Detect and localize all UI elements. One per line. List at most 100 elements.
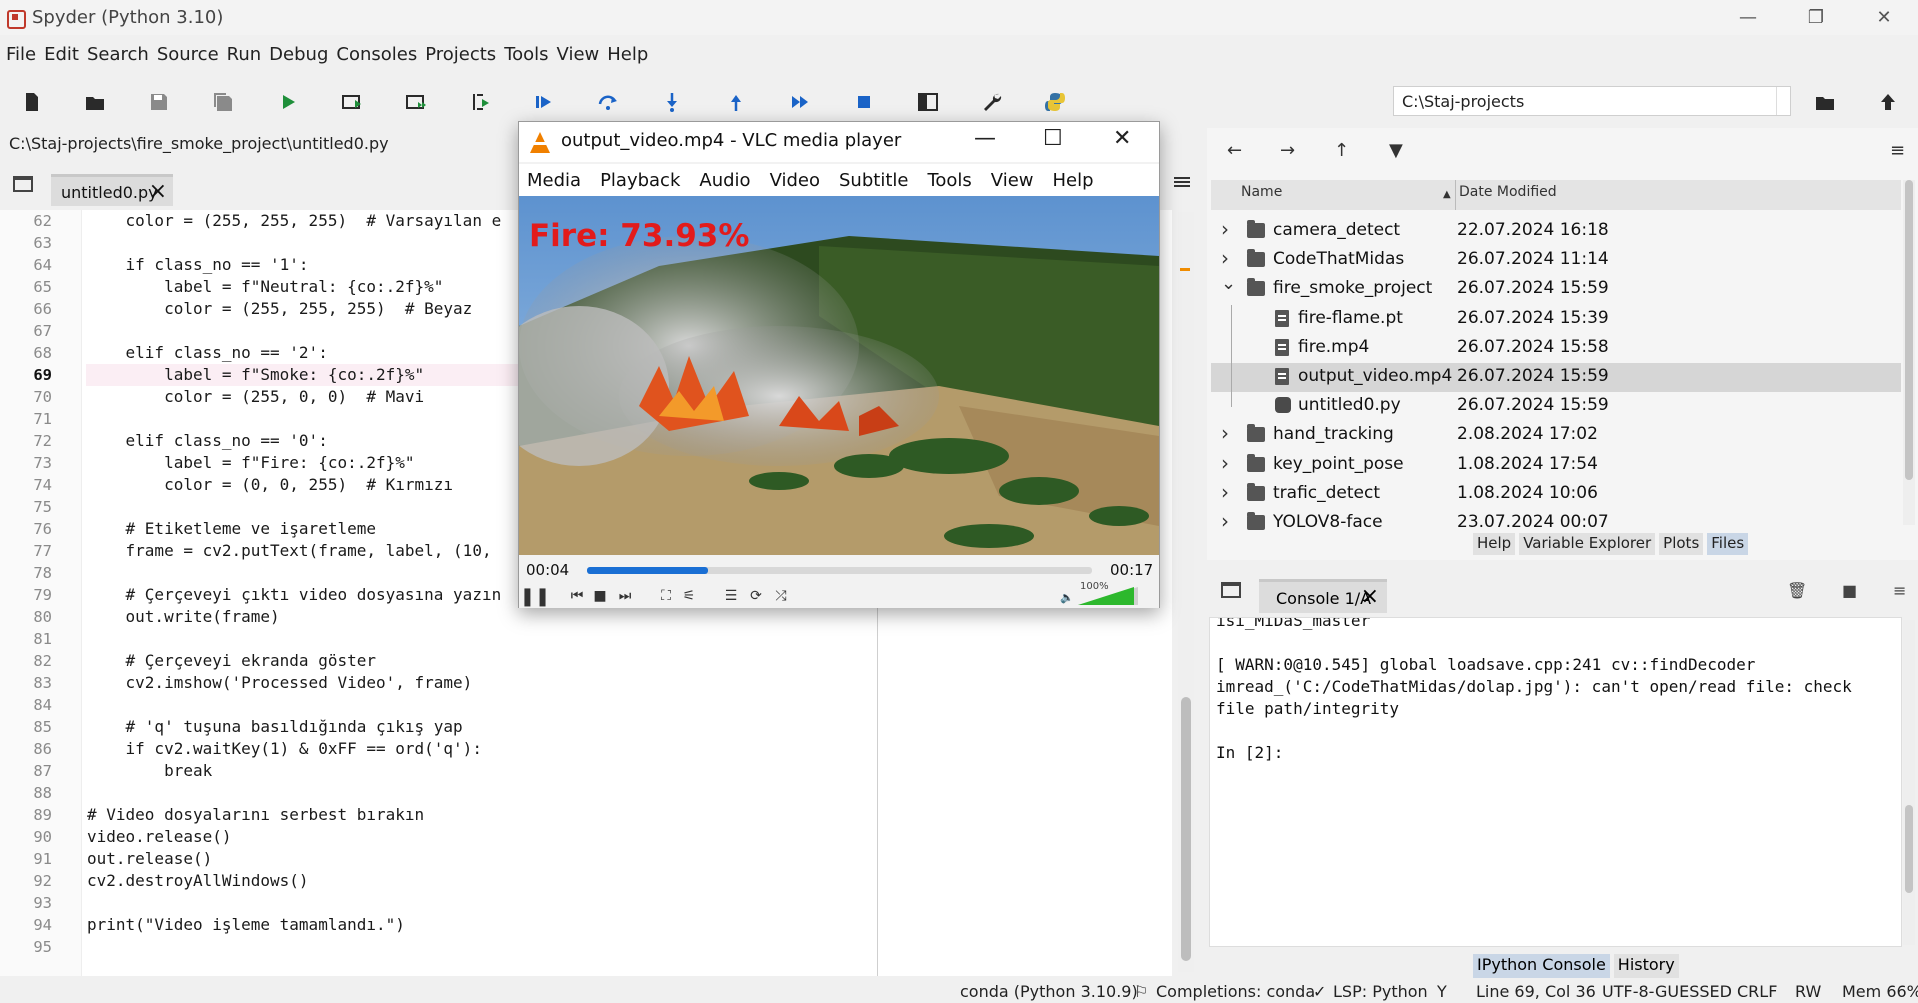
step-return-icon[interactable]	[722, 88, 750, 116]
menu-run[interactable]: Run	[227, 44, 262, 65]
next-icon[interactable]: ⏭	[615, 586, 635, 606]
menu-debug[interactable]: Debug	[269, 44, 328, 65]
open-file-icon[interactable]	[81, 88, 109, 116]
working-directory-input[interactable]: C:\Staj-projects	[1393, 86, 1791, 116]
step-over-icon[interactable]	[594, 88, 622, 116]
loop-icon[interactable]: ⟳	[746, 586, 766, 606]
minimize-button[interactable]: —	[1714, 0, 1782, 35]
extended-settings-icon[interactable]: ⚟	[679, 586, 699, 606]
volume-slider[interactable]: 🔈 100%	[1060, 581, 1140, 605]
close-button[interactable]: ✕	[1850, 0, 1918, 35]
vlc-maximize-button[interactable]: ☐	[1043, 126, 1063, 151]
menu-projects[interactable]: Projects	[425, 44, 496, 65]
vlc-menu-subtitle[interactable]: Subtitle	[839, 170, 908, 191]
vlc-close-button[interactable]: ✕	[1113, 126, 1131, 151]
chevron-right-icon[interactable]: ›	[1221, 480, 1229, 504]
chevron-right-icon[interactable]: ›	[1221, 451, 1229, 475]
menu-help[interactable]: Help	[607, 44, 648, 65]
browse-tabs-icon[interactable]	[13, 176, 33, 192]
vlc-menu-tools[interactable]: Tools	[927, 170, 971, 191]
run-cell-icon[interactable]	[338, 88, 366, 116]
status-completions[interactable]: Completions: conda	[1156, 982, 1315, 1001]
up-arrow-icon[interactable]: ↑	[1334, 140, 1349, 161]
menu-source[interactable]: Source	[157, 44, 219, 65]
close-tab-icon[interactable]: ×	[149, 179, 167, 204]
step-into-icon[interactable]	[658, 88, 686, 116]
tab-variable-explorer[interactable]: Variable Explorer	[1519, 533, 1656, 555]
pause-icon[interactable]: ❚❚	[520, 586, 550, 607]
tab-ipython-console[interactable]: IPython Console	[1473, 954, 1610, 978]
interrupt-kernel-icon[interactable]: ■	[1842, 581, 1857, 600]
seek-bar[interactable]	[587, 567, 1092, 574]
save-all-icon[interactable]	[209, 88, 237, 116]
maximize-button[interactable]: ❐	[1782, 0, 1850, 35]
browse-folder-icon[interactable]	[1811, 88, 1839, 116]
remove-variables-icon[interactable]: 🗑	[1787, 581, 1807, 600]
chevron-right-icon[interactable]: ›	[1221, 421, 1229, 445]
folder-row[interactable]: › CodeThatMidas 26.07.2024 11:14	[1211, 246, 1901, 275]
close-console-icon[interactable]: ×	[1361, 584, 1379, 609]
run-selection-icon[interactable]	[466, 88, 494, 116]
vlc-menu-help[interactable]: Help	[1053, 170, 1094, 191]
vlc-minimize-button[interactable]: —	[974, 126, 996, 151]
vlc-menu-media[interactable]: Media	[527, 170, 581, 191]
menu-tools[interactable]: Tools	[504, 44, 548, 65]
editor-scrollbar[interactable]	[1178, 212, 1194, 972]
column-name-header[interactable]: Name	[1241, 184, 1282, 200]
stop-icon[interactable]: ■	[590, 586, 610, 606]
menu-file[interactable]: File	[6, 44, 36, 65]
status-env[interactable]: conda (Python 3.10.9)	[960, 982, 1138, 1001]
folder-row[interactable]: › trafic_detect 1.08.2024 10:06	[1211, 480, 1901, 509]
vlc-menu-view[interactable]: View	[991, 170, 1034, 191]
console-scrollbar[interactable]	[1903, 620, 1915, 945]
back-arrow-icon[interactable]: ←	[1227, 140, 1242, 161]
save-icon[interactable]	[145, 88, 173, 116]
tab-console-1a[interactable]: Console 1/A ×	[1259, 579, 1387, 613]
column-date-header[interactable]: Date Modified	[1459, 184, 1557, 200]
files-options-menu-icon[interactable]: ≡	[1890, 140, 1905, 161]
continue-icon[interactable]	[786, 88, 814, 116]
editor-scroll-thumb[interactable]	[1181, 697, 1191, 961]
chevron-down-icon[interactable]: ⌄	[1221, 273, 1236, 294]
folder-row[interactable]: › hand_tracking 2.08.2024 17:02	[1211, 421, 1901, 450]
tab-plots[interactable]: Plots	[1659, 533, 1704, 555]
files-scrollbar[interactable]	[1903, 180, 1915, 525]
run-cell-advance-icon[interactable]	[402, 88, 430, 116]
filter-icon[interactable]: ▼	[1389, 140, 1403, 161]
menu-view[interactable]: View	[557, 44, 600, 65]
folder-row[interactable]: ⌄ fire_smoke_project 26.07.2024 15:59	[1211, 273, 1901, 304]
file-row[interactable]: fire.mp4 26.07.2024 15:58	[1211, 334, 1901, 363]
chevron-right-icon[interactable]: ›	[1221, 246, 1229, 270]
playlist-icon[interactable]: ☰	[721, 586, 741, 606]
speaker-icon[interactable]: 🔈	[1060, 591, 1074, 604]
file-row[interactable]: untitled0.py 26.07.2024 15:59	[1211, 392, 1901, 421]
folder-row[interactable]: › camera_detect 22.07.2024 16:18	[1211, 217, 1901, 246]
python-path-icon[interactable]	[1041, 88, 1069, 116]
ipython-console[interactable]: isi_MiDaS_master [ WARN:0@10.545] global …	[1209, 617, 1902, 947]
file-row[interactable]: fire-flame.pt 26.07.2024 15:39	[1211, 305, 1901, 334]
fullscreen-icon[interactable]: ⛶	[656, 586, 676, 606]
chevron-right-icon[interactable]: ›	[1221, 509, 1229, 533]
stop-debug-icon[interactable]	[850, 88, 878, 116]
menu-consoles[interactable]: Consoles	[336, 44, 417, 65]
console-options-menu-icon[interactable]: ≡	[1893, 581, 1906, 600]
tab-untitled0[interactable]: untitled0.py ×	[51, 174, 173, 206]
editor-options-menu-icon[interactable]	[1168, 168, 1196, 196]
previous-icon[interactable]: ⏮	[567, 586, 587, 606]
status-lsp[interactable]: LSP: Python	[1333, 982, 1428, 1001]
vlc-menu-audio[interactable]: Audio	[699, 170, 750, 191]
tab-help[interactable]: Help	[1473, 533, 1516, 555]
shuffle-icon[interactable]: ⤮	[771, 586, 791, 606]
folder-row[interactable]: › key_point_pose 1.08.2024 17:54	[1211, 451, 1901, 480]
working-directory-dropdown[interactable]	[1776, 87, 1790, 115]
vlc-menu-video[interactable]: Video	[770, 170, 820, 191]
video-frame[interactable]: Fire: 73.93%	[519, 196, 1159, 555]
maximize-pane-icon[interactable]	[914, 88, 942, 116]
menu-edit[interactable]: Edit	[44, 44, 79, 65]
run-icon[interactable]	[274, 88, 302, 116]
console-scroll-thumb[interactable]	[1905, 805, 1913, 893]
parent-directory-icon[interactable]	[1874, 88, 1902, 116]
forward-arrow-icon[interactable]: →	[1280, 140, 1295, 161]
preferences-wrench-icon[interactable]	[978, 88, 1006, 116]
browse-consoles-icon[interactable]	[1221, 582, 1241, 598]
